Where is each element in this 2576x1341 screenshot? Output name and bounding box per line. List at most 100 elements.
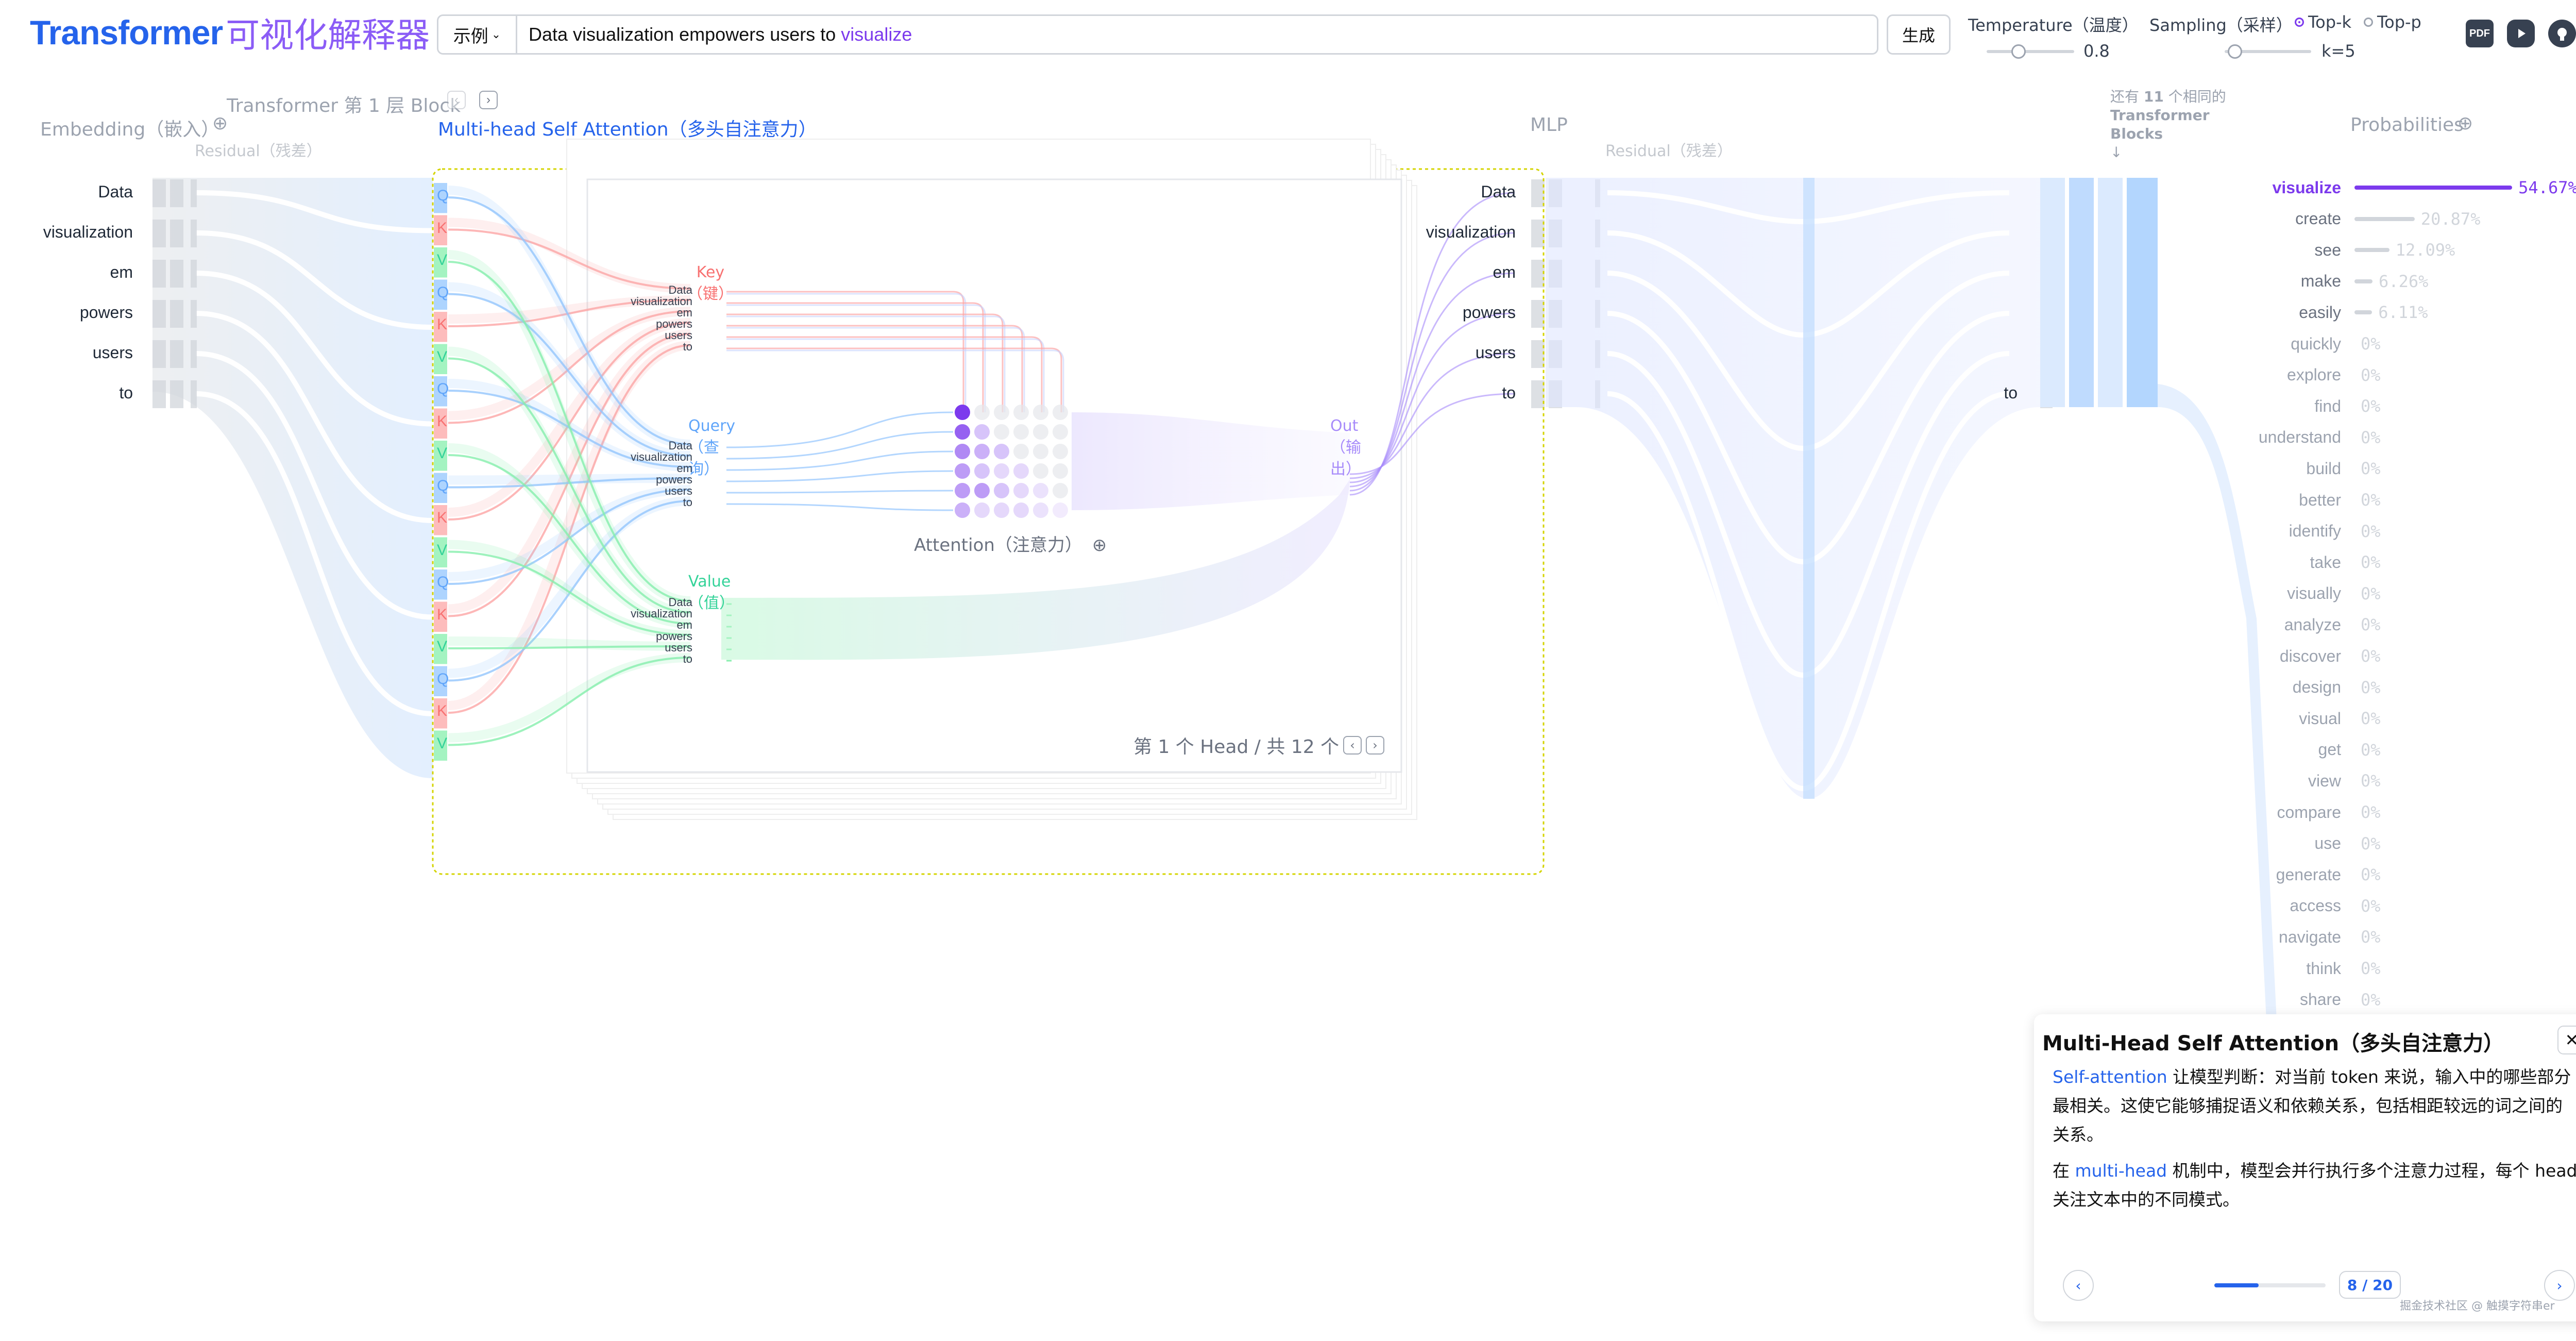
probability-word: quickly (2291, 334, 2341, 353)
close-button[interactable]: ✕ (2557, 1026, 2576, 1054)
probability-row[interactable]: share 0% (2231, 986, 2381, 1013)
query-label-zh-1: （查 (688, 439, 719, 457)
watermark: 掘金技术社区 @ 触摸字符串er (2400, 1300, 2555, 1313)
probability-row[interactable]: use 0% (2231, 830, 2380, 857)
qkv-letter: K (437, 702, 448, 719)
probability-row[interactable]: visually 0% (2231, 580, 2381, 607)
probability-value: 0% (2361, 552, 2381, 573)
embedding-token[interactable]: users (9, 343, 133, 362)
probability-row[interactable]: see 12.09% (2231, 237, 2455, 263)
mlp-hidden-layer (1803, 178, 1815, 799)
small-token: to (683, 340, 692, 353)
probability-value: 20.87% (2420, 209, 2481, 229)
probability-row[interactable]: find 0% (2231, 393, 2380, 420)
probability-row[interactable]: create 20.87% (2231, 206, 2480, 232)
probability-row[interactable]: visual 0% (2231, 705, 2381, 732)
probability-row[interactable]: access 0% (2231, 893, 2380, 919)
query-label[interactable]: Query （查 询） (688, 415, 735, 480)
probability-value: 12.09% (2395, 240, 2455, 260)
probability-row[interactable]: think 0% (2231, 955, 2380, 982)
qkv-letter: K (437, 412, 448, 430)
probability-row[interactable]: understand 0% (2231, 424, 2381, 451)
probability-row[interactable]: view 0% (2231, 767, 2381, 794)
probability-row[interactable]: design 0% (2231, 674, 2381, 701)
residual-cell (1531, 300, 1545, 328)
panel-p2-prefix: 在 (2053, 1161, 2075, 1181)
head-navigator: 第 1 个 Head / 共 12 个 ‹ › (1133, 732, 1385, 759)
self-attention-link[interactable]: Self-attention (2053, 1067, 2167, 1087)
embedding-token[interactable]: Data (9, 182, 133, 202)
probability-word: generate (2276, 865, 2341, 884)
head-prev-button[interactable]: ‹ (1343, 736, 1362, 755)
embedding-token[interactable]: visualization (9, 223, 133, 242)
explanation-panel: Multi-Head Self Attention（多头自注意力） ✕ Self… (2034, 1014, 2576, 1321)
small-token: users (665, 329, 692, 342)
panel-prev-button[interactable]: ‹ (2063, 1270, 2094, 1301)
probability-row[interactable]: quickly 0% (2231, 330, 2380, 357)
probability-row[interactable]: get 0% (2231, 736, 2381, 763)
probability-row[interactable]: analyze 0% (2231, 611, 2381, 638)
probability-row[interactable]: make 6.26% (2231, 268, 2429, 295)
mlp-band (1546, 178, 2040, 799)
residual-cell (152, 380, 166, 408)
qkv-letter: Q (437, 283, 449, 301)
residual-cell (191, 260, 197, 288)
attention-label[interactable]: Attention（注意力） ⊕ (914, 531, 1107, 556)
key-label[interactable]: Key （键） (687, 262, 734, 305)
attention-cell (1033, 424, 1048, 440)
qkv-letter: K (437, 606, 448, 623)
probability-row[interactable]: compare 0% (2231, 799, 2381, 826)
residual-cell (1531, 340, 1545, 368)
attention-cell (1033, 405, 1048, 420)
attention-cell (974, 424, 990, 440)
probability-row[interactable]: better 0% (2231, 487, 2380, 513)
residual-cell (170, 260, 183, 288)
probability-word: access (2290, 896, 2341, 915)
panel-paragraph-1: Self-attention 让模型判断：对当前 token 来说，输入中的哪些… (2053, 1063, 2576, 1149)
probability-row[interactable]: identify 0% (2231, 518, 2381, 545)
residual-cell (191, 220, 197, 247)
multi-head-link[interactable]: multi-head (2075, 1161, 2167, 1181)
probability-row[interactable]: easily 6.11% (2231, 299, 2428, 326)
probability-row[interactable]: discover 0% (2231, 643, 2381, 669)
probability-value: 0% (2361, 865, 2381, 885)
probability-row[interactable]: take 0% (2231, 549, 2381, 576)
small-token: visualization (631, 450, 692, 463)
probability-row[interactable]: generate 0% (2231, 861, 2381, 888)
probability-word: identify (2289, 522, 2341, 541)
probability-value: 54.67% (2518, 178, 2576, 197)
probability-row[interactable]: visualize 54.67% (2231, 174, 2576, 201)
attention-zoom-icon[interactable]: ⊕ (1092, 535, 1107, 556)
embedding-token[interactable]: powers (9, 303, 133, 322)
probability-row[interactable]: build 0% (2231, 455, 2380, 482)
probability-word: visually (2287, 584, 2341, 603)
probability-word: share (2299, 990, 2341, 1009)
qkv-letter: Q (437, 574, 449, 591)
small-token: powers (656, 473, 692, 486)
attention-cell (994, 463, 1009, 479)
out-label[interactable]: Out （输 出） (1330, 415, 1361, 480)
attention-cell (1013, 463, 1029, 479)
head-next-button[interactable]: › (1366, 736, 1385, 755)
query-label-en: Query (688, 417, 736, 435)
residual-cell (191, 380, 197, 408)
out-label-zh-1: （输 (1330, 439, 1361, 457)
embedding-token[interactable]: to (9, 383, 133, 403)
embedding-token[interactable]: em (9, 263, 133, 282)
panel-next-button[interactable]: › (2544, 1270, 2575, 1301)
probability-value: 0% (2361, 709, 2381, 729)
probability-word: compare (2277, 802, 2342, 822)
small-token: users (665, 641, 692, 654)
residual-cell (170, 300, 183, 328)
probability-word: use (2314, 834, 2341, 853)
value-label[interactable]: Value （值） (688, 571, 735, 614)
probability-word: view (2308, 771, 2341, 790)
key-label-en: Key (696, 263, 725, 281)
probability-value: 0% (2361, 583, 2381, 604)
small-token: em (676, 306, 692, 319)
probability-bar (2354, 186, 2513, 190)
probability-row[interactable]: explore 0% (2231, 362, 2380, 389)
probability-word: analyze (2284, 615, 2341, 634)
panel-progress-fill (2214, 1283, 2259, 1287)
probability-row[interactable]: navigate 0% (2231, 924, 2381, 950)
